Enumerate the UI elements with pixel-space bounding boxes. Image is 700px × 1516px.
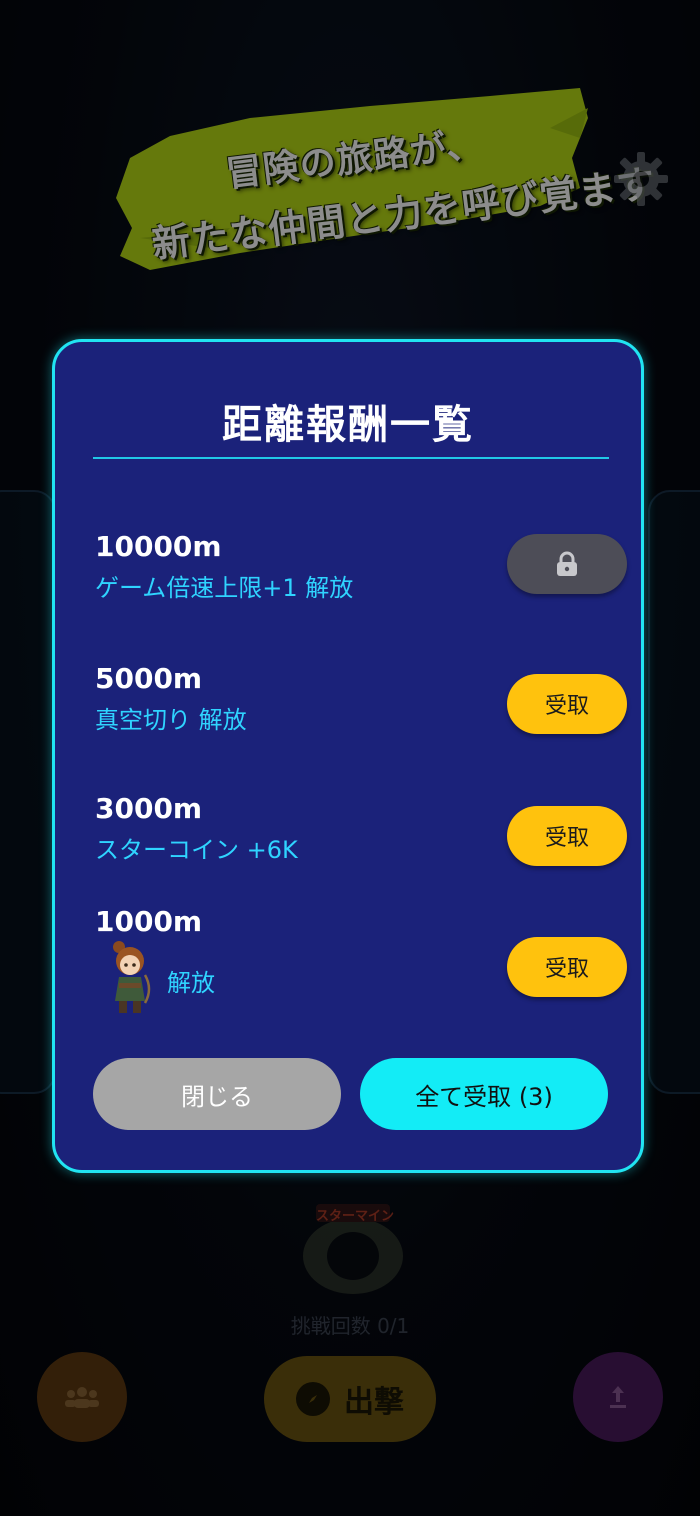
locked-reward-button[interactable]	[507, 534, 627, 594]
claim-button[interactable]: 受取	[507, 674, 627, 734]
reward-distance: 10000m	[95, 530, 222, 563]
title-divider	[93, 457, 609, 459]
reward-description: 解放	[167, 969, 215, 997]
reward-distance: 3000m	[95, 792, 203, 825]
reward-distance: 1000m	[95, 905, 203, 938]
claim-button[interactable]: 受取	[507, 937, 627, 997]
distance-rewards-modal: 距離報酬一覧 10000m ゲーム倍速上限+1 解放 5000m 真空切り 解放…	[52, 339, 644, 1173]
reward-distance: 5000m	[95, 662, 203, 695]
reward-description: 真空切り 解放	[95, 706, 247, 734]
reward-description: ゲーム倍速上限+1 解放	[95, 574, 354, 602]
lock-icon	[557, 551, 577, 576]
claim-all-button[interactable]: 全て受取 (3)	[360, 1058, 608, 1130]
modal-title: 距離報酬一覧	[222, 402, 474, 448]
claim-button[interactable]: 受取	[507, 806, 627, 866]
close-button[interactable]: 閉じる	[93, 1058, 341, 1130]
reward-description: スターコイン +6K	[95, 836, 298, 864]
character-avatar	[113, 941, 151, 1013]
